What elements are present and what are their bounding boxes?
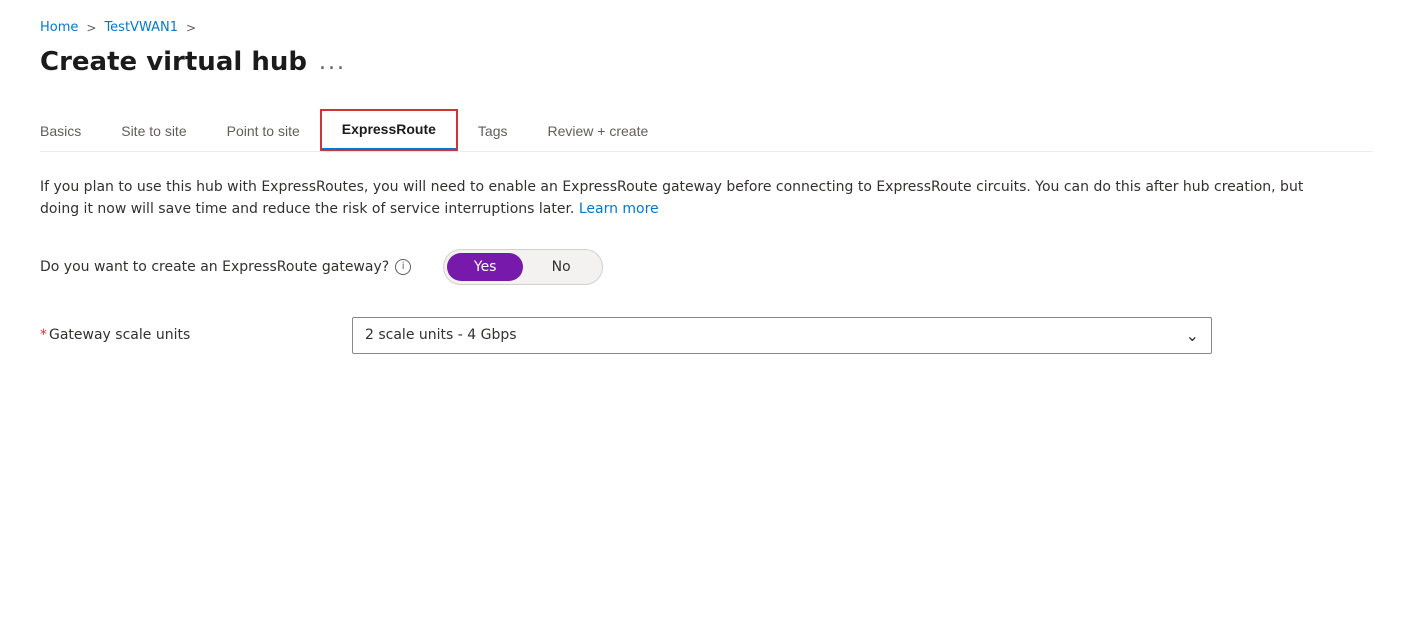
gateway-question-text: Do you want to create an ExpressRoute ga… (40, 259, 389, 275)
gateway-scale-label-text: Gateway scale units (49, 327, 190, 343)
breadcrumb-vwan[interactable]: TestVWAN1 (104, 20, 178, 35)
yes-no-toggle[interactable]: Yes No (443, 249, 603, 285)
learn-more-link[interactable]: Learn more (579, 201, 659, 217)
breadcrumb: Home > TestVWAN1 > (40, 20, 1373, 35)
gateway-question-label: Do you want to create an ExpressRoute ga… (40, 259, 411, 275)
tab-tags[interactable]: Tags (458, 113, 528, 151)
page-title: Create virtual hub (40, 47, 307, 77)
tab-site-to-site[interactable]: Site to site (101, 113, 206, 151)
required-star: * (40, 327, 47, 343)
description-body: If you plan to use this hub with Express… (40, 179, 1303, 217)
breadcrumb-separator-1: > (86, 21, 96, 35)
page-container: Home > TestVWAN1 > Create virtual hub ..… (0, 0, 1413, 394)
gateway-scale-dropdown[interactable]: 2 scale units - 4 Gbps ⌄ (352, 317, 1212, 354)
info-icon[interactable]: i (395, 259, 411, 275)
breadcrumb-separator-2: > (186, 21, 196, 35)
chevron-down-icon: ⌄ (1186, 326, 1199, 345)
page-title-menu-button[interactable]: ... (319, 50, 346, 75)
gateway-scale-selected-value: 2 scale units - 4 Gbps (365, 327, 517, 343)
tab-expressroute[interactable]: ExpressRoute (320, 109, 458, 151)
tabs-container: Basics Site to site Point to site Expres… (40, 109, 1373, 152)
gateway-scale-units-row: *Gateway scale units 2 scale units - 4 G… (40, 317, 1373, 354)
tab-basics[interactable]: Basics (40, 113, 101, 151)
toggle-no[interactable]: No (523, 253, 599, 281)
breadcrumb-home[interactable]: Home (40, 20, 78, 35)
tab-review-create[interactable]: Review + create (528, 113, 669, 151)
page-title-row: Create virtual hub ... (40, 47, 1373, 77)
toggle-yes[interactable]: Yes (447, 253, 523, 281)
gateway-scale-label: *Gateway scale units (40, 327, 320, 343)
description-text: If you plan to use this hub with Express… (40, 176, 1320, 221)
gateway-question-row: Do you want to create an ExpressRoute ga… (40, 249, 1373, 285)
tab-point-to-site[interactable]: Point to site (207, 113, 320, 151)
